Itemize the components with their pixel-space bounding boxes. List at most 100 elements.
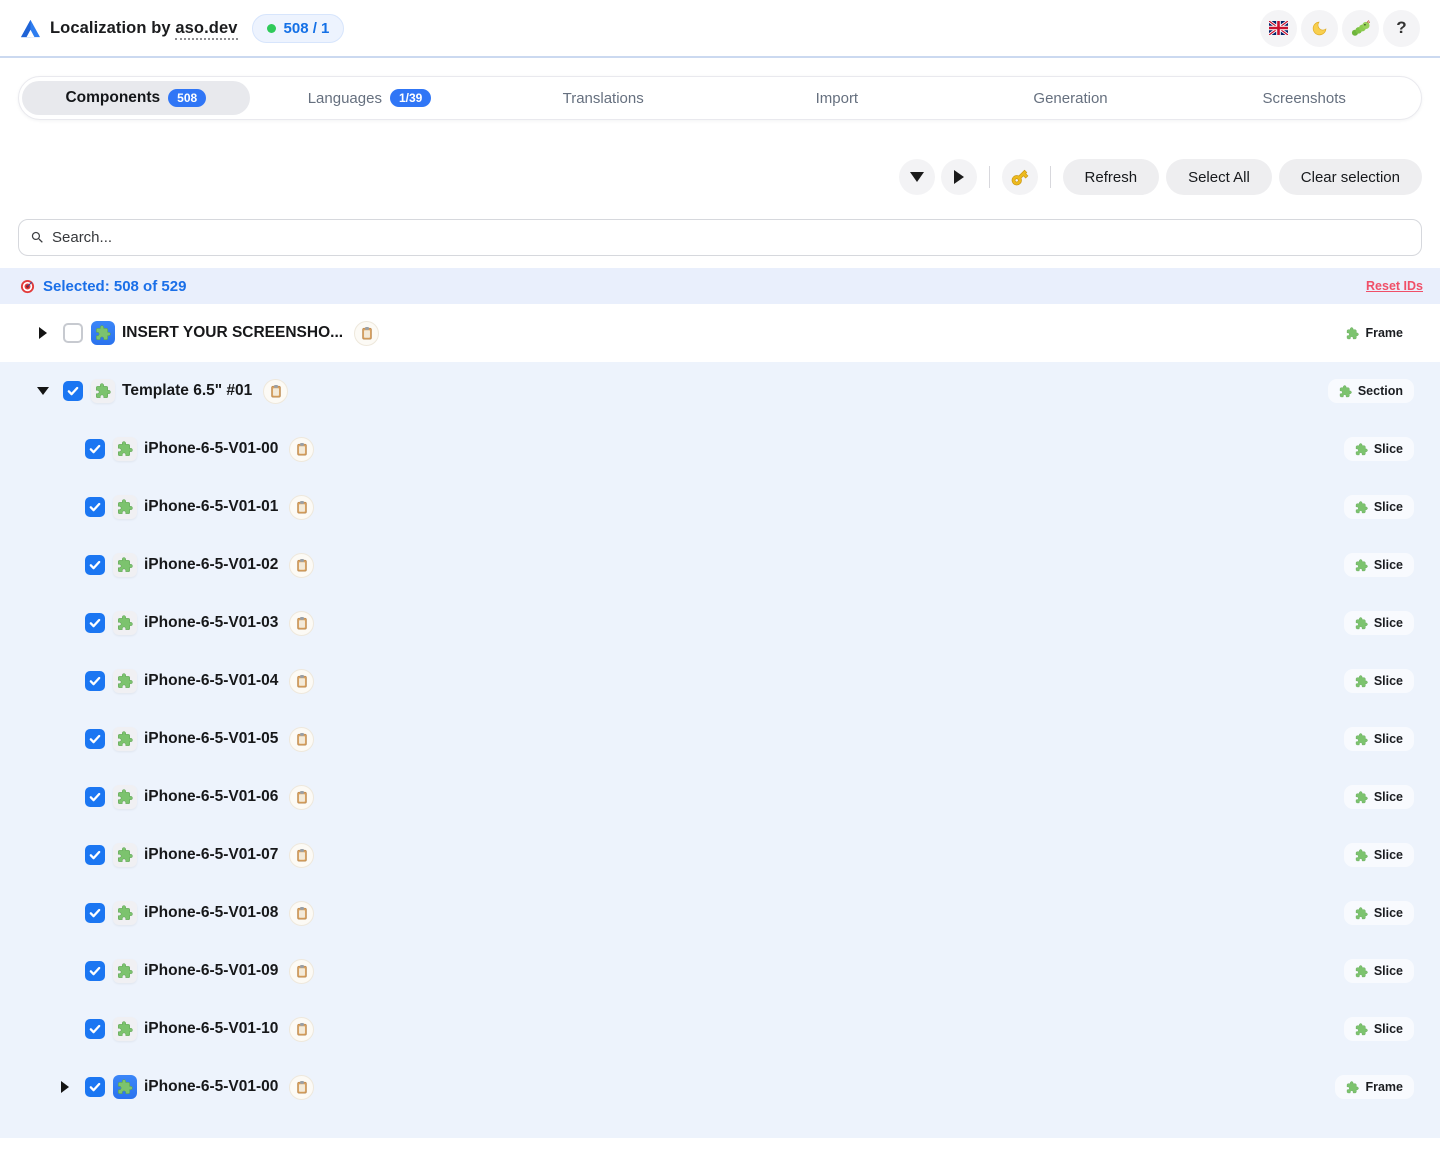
- node-type-label: Slice: [1374, 500, 1403, 514]
- row-checkbox[interactable]: [85, 845, 105, 865]
- node-type-chip[interactable]: Slice: [1344, 785, 1414, 809]
- tree-row: iPhone-6-5-V01-06 Slice: [0, 768, 1440, 826]
- select-all-button[interactable]: Select All: [1166, 159, 1272, 195]
- debug-button[interactable]: [1342, 10, 1379, 47]
- tab-components[interactable]: Components 508: [22, 81, 250, 115]
- row-label: iPhone-6-5-V01-07: [144, 846, 278, 864]
- node-type-chip[interactable]: Slice: [1344, 669, 1414, 693]
- refresh-button[interactable]: Refresh: [1063, 159, 1160, 195]
- search-bar[interactable]: [18, 219, 1422, 256]
- collapse-all-button[interactable]: [899, 159, 935, 195]
- copy-clipboard-button[interactable]: [289, 1075, 314, 1100]
- component-puzzle-icon: [113, 1075, 137, 1099]
- copy-clipboard-button[interactable]: [289, 495, 314, 520]
- row-label: iPhone-6-5-V01-03: [144, 614, 278, 632]
- brand-link[interactable]: aso.dev: [175, 19, 237, 40]
- clear-selection-button[interactable]: Clear selection: [1279, 159, 1422, 195]
- copy-clipboard-button[interactable]: [289, 727, 314, 752]
- row-checkbox[interactable]: [85, 497, 105, 517]
- node-type-chip[interactable]: Slice: [1344, 843, 1414, 867]
- row-label: iPhone-6-5-V01-04: [144, 672, 278, 690]
- puzzle-icon: [1355, 733, 1368, 746]
- tree-row: iPhone-6-5-V01-03 Slice: [0, 594, 1440, 652]
- row-checkbox[interactable]: [85, 613, 105, 633]
- tab-import[interactable]: Import: [723, 81, 951, 115]
- search-input[interactable]: [52, 229, 1410, 246]
- copy-clipboard-button[interactable]: [354, 321, 379, 346]
- tree-row: iPhone-6-5-V01-10 Slice: [0, 1000, 1440, 1058]
- expander-arrow-icon[interactable]: [36, 327, 49, 339]
- tab-screenshots[interactable]: Screenshots: [1190, 81, 1418, 115]
- copy-clipboard-button[interactable]: [289, 959, 314, 984]
- component-puzzle-icon: [113, 495, 137, 519]
- dark-mode-button[interactable]: [1301, 10, 1338, 47]
- row-label: iPhone-6-5-V01-00: [144, 440, 278, 458]
- tree-row: iPhone-6-5-V01-07 Slice: [0, 826, 1440, 884]
- row-checkbox[interactable]: [85, 1019, 105, 1039]
- row-checkbox[interactable]: [85, 1077, 105, 1097]
- node-type-chip[interactable]: Slice: [1344, 553, 1414, 577]
- tab-generation[interactable]: Generation: [957, 81, 1185, 115]
- node-type-chip[interactable]: Slice: [1344, 437, 1414, 461]
- reset-ids-link[interactable]: Reset IDs: [1366, 279, 1423, 293]
- tab-translations[interactable]: Translations: [489, 81, 717, 115]
- node-type-label: Frame: [1365, 326, 1403, 340]
- row-checkbox[interactable]: [85, 555, 105, 575]
- key-button[interactable]: [1002, 159, 1038, 195]
- row-checkbox[interactable]: [63, 381, 83, 401]
- node-type-chip[interactable]: Frame: [1335, 321, 1414, 345]
- puzzle-icon: [1346, 1081, 1359, 1094]
- header: Localization by aso.dev 508 / 1 ?: [0, 0, 1440, 58]
- copy-clipboard-button[interactable]: [289, 785, 314, 810]
- node-type-chip[interactable]: Slice: [1344, 901, 1414, 925]
- key-icon: [1006, 164, 1033, 191]
- row-checkbox[interactable]: [85, 729, 105, 749]
- tree-row: iPhone-6-5-V01-08 Slice: [0, 884, 1440, 942]
- expander-arrow-icon[interactable]: [36, 387, 49, 395]
- tree-row: iPhone-6-5-V01-00 Frame: [0, 1058, 1440, 1116]
- uk-flag-icon: [1269, 21, 1288, 35]
- node-type-chip[interactable]: Slice: [1344, 1017, 1414, 1041]
- copy-clipboard-button[interactable]: [289, 843, 314, 868]
- aso-dev-logo: [20, 19, 41, 38]
- node-type-label: Slice: [1374, 964, 1403, 978]
- language-flag-button[interactable]: [1260, 10, 1297, 47]
- question-mark-icon: ?: [1396, 18, 1406, 38]
- node-type-chip[interactable]: Slice: [1344, 495, 1414, 519]
- row-checkbox[interactable]: [63, 323, 83, 343]
- row-checkbox[interactable]: [85, 961, 105, 981]
- component-puzzle-icon: [113, 727, 137, 751]
- copy-clipboard-button[interactable]: [263, 379, 288, 404]
- row-checkbox[interactable]: [85, 787, 105, 807]
- node-type-chip[interactable]: Slice: [1344, 959, 1414, 983]
- row-label: INSERT YOUR SCREENSHO...: [122, 324, 343, 342]
- copy-clipboard-button[interactable]: [289, 669, 314, 694]
- node-type-label: Slice: [1374, 442, 1403, 456]
- tree-row: iPhone-6-5-V01-02 Slice: [0, 536, 1440, 594]
- row-label: iPhone-6-5-V01-08: [144, 904, 278, 922]
- node-type-chip[interactable]: Slice: [1344, 727, 1414, 751]
- node-type-chip[interactable]: Slice: [1344, 611, 1414, 635]
- node-type-chip[interactable]: Section: [1328, 379, 1414, 403]
- expander-arrow-icon[interactable]: [58, 1081, 71, 1093]
- help-button[interactable]: ?: [1383, 10, 1420, 47]
- copy-clipboard-button[interactable]: [289, 901, 314, 926]
- tab-count-badge: 508: [168, 89, 206, 107]
- copy-clipboard-button[interactable]: [289, 437, 314, 462]
- status-badge[interactable]: 508 / 1: [252, 14, 345, 43]
- tree-row: iPhone-6-5-V01-00 Slice: [0, 420, 1440, 478]
- row-checkbox[interactable]: [85, 903, 105, 923]
- tree-row: iPhone-6-5-V01-04 Slice: [0, 652, 1440, 710]
- copy-clipboard-button[interactable]: [289, 611, 314, 636]
- selection-banner: Selected: 508 of 529 Reset IDs: [0, 268, 1440, 304]
- copy-clipboard-button[interactable]: [289, 553, 314, 578]
- row-checkbox[interactable]: [85, 439, 105, 459]
- copy-clipboard-button[interactable]: [289, 1017, 314, 1042]
- tab-languages[interactable]: Languages 1/39: [256, 81, 484, 115]
- puzzle-icon: [1355, 907, 1368, 920]
- node-type-chip[interactable]: Frame: [1335, 1075, 1414, 1099]
- expand-all-button[interactable]: [941, 159, 977, 195]
- row-checkbox[interactable]: [85, 671, 105, 691]
- moon-icon: [1311, 20, 1328, 37]
- puzzle-icon: [1355, 675, 1368, 688]
